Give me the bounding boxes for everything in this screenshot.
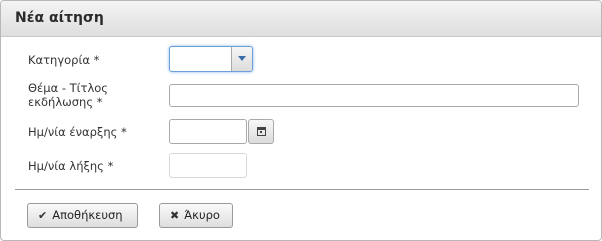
- save-button[interactable]: ✔ Αποθήκευση: [27, 203, 138, 228]
- subject-input[interactable]: [169, 84, 579, 107]
- footer-divider: [15, 189, 589, 190]
- calendar-icon: [257, 127, 266, 136]
- checkmark-icon: ✔: [38, 209, 48, 222]
- category-select[interactable]: [169, 46, 253, 72]
- close-icon: ✖: [170, 209, 180, 222]
- end-date-label: Ημ/νία λήξης *: [28, 159, 114, 173]
- subject-label: Θέμα - Τίτλος εκδήλωσης *: [28, 81, 109, 109]
- end-date-input[interactable]: [169, 153, 247, 178]
- chevron-down-icon: [238, 56, 246, 61]
- category-label: Κατηγορία *: [28, 53, 100, 67]
- start-date-label: Ημ/νία έναρξης *: [28, 125, 127, 139]
- dialog-title: Νέα αίτηση: [15, 10, 104, 26]
- category-dropdown-button[interactable]: [231, 47, 252, 71]
- new-request-dialog: Νέα αίτηση Κατηγορία * Θέμα - Τίτλος εκδ…: [0, 0, 602, 241]
- dialog-titlebar: Νέα αίτηση: [1, 1, 601, 37]
- start-date-input[interactable]: [169, 119, 247, 144]
- start-date-calendar-button[interactable]: [248, 119, 274, 144]
- cancel-button[interactable]: ✖ Άκυρο: [159, 203, 233, 228]
